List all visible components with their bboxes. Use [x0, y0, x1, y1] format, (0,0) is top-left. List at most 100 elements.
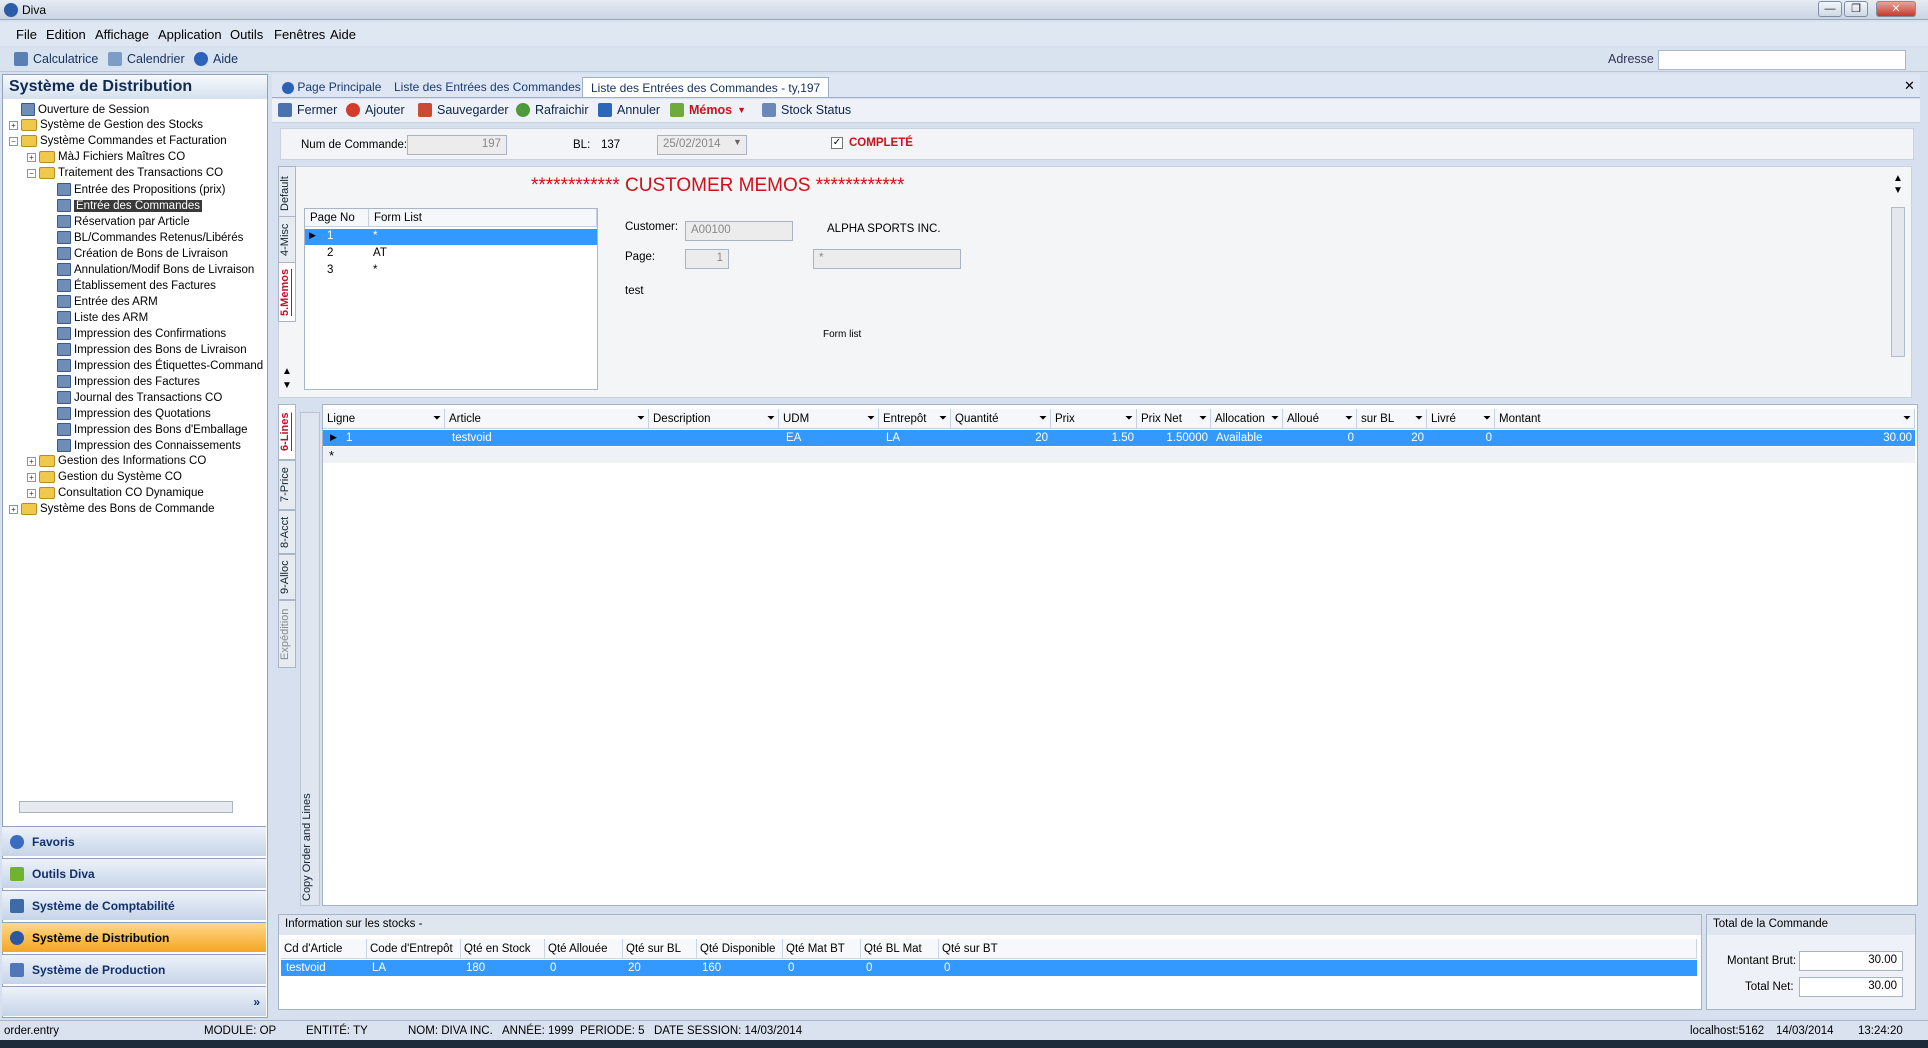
memo-scroll-up-icon[interactable]: ▲ [1893, 173, 1903, 184]
customer-code-field[interactable]: A00100 [685, 221, 793, 241]
col-udm[interactable]: UDM ⏷ [779, 409, 879, 429]
expand-icon[interactable]: + [27, 152, 36, 162]
tree-item[interactable]: Impression des Confirmations [45, 327, 226, 340]
filter-icon[interactable]: ⏷ [939, 413, 947, 424]
maximize-button[interactable]: ❐ [1844, 1, 1868, 17]
new-row[interactable] [323, 447, 1915, 463]
add-button[interactable]: Ajouter [346, 103, 405, 117]
nav-distribution[interactable]: Système de Distribution [2, 922, 266, 952]
col-ligne[interactable]: Ligne ⏷ [323, 409, 445, 429]
minimize-button[interactable]: — [1818, 1, 1842, 17]
col-qte-bl-mat[interactable]: Qté BL Mat [861, 939, 939, 959]
filter-icon[interactable]: ⏷ [1903, 413, 1911, 424]
filter-icon[interactable]: ⏷ [1415, 413, 1423, 424]
order-number-field[interactable]: 197 [407, 135, 507, 155]
col-article[interactable]: Article ⏷ [445, 409, 649, 429]
calendar-button[interactable]: Calendrier [108, 52, 185, 66]
calculator-button[interactable]: Calculatrice [14, 52, 98, 66]
tree-item[interactable]: Impression des Bons de Livraison [45, 343, 247, 356]
address-input[interactable] [1658, 50, 1906, 70]
tab-7-price[interactable]: 7-Price [278, 460, 296, 510]
filter-icon[interactable]: ⏷ [1199, 413, 1207, 424]
col-qte-allouee[interactable]: Qté Allouée [545, 939, 623, 959]
expand-icon[interactable]: + [27, 472, 36, 482]
tree-item[interactable]: Ouverture de Session [9, 103, 149, 116]
tab-4-misc[interactable]: 4-Misc [278, 216, 296, 264]
nav-outils-diva[interactable]: Outils Diva [2, 858, 266, 888]
col-cd-article[interactable]: Cd d'Article [281, 939, 367, 959]
tree-item[interactable]: + Consultation CO Dynamique [27, 487, 204, 499]
filter-icon[interactable]: ⏷ [767, 413, 775, 424]
expand-icon[interactable]: + [9, 504, 18, 514]
tab-9-alloc[interactable]: 9-Alloc [278, 554, 296, 600]
filter-icon[interactable]: ⏷ [1039, 413, 1047, 424]
tab-5-memos[interactable]: 5.Memos [278, 262, 296, 322]
nav-production[interactable]: Système de Production [2, 954, 266, 984]
vtab-scroll-down-icon[interactable]: ▼ [282, 380, 292, 391]
col-prix[interactable]: Prix ⏷ [1051, 409, 1137, 429]
col-montant[interactable]: Montant ⏷ [1495, 409, 1915, 429]
gross-amount-field[interactable]: 30.00 [1799, 951, 1903, 971]
date-dropdown-icon[interactable]: ▼ [733, 137, 745, 153]
menu-file[interactable]: File [16, 27, 37, 42]
menu-edition[interactable]: Edition [46, 27, 86, 42]
tab-liste-commandes[interactable]: Liste des Entrées des Commandes [386, 77, 589, 97]
filter-icon[interactable]: ⏷ [1345, 413, 1353, 424]
tree-item[interactable]: − Traitement des Transactions CO [27, 167, 223, 179]
col-qte-mat-bt[interactable]: Qté Mat BT [783, 939, 861, 959]
close-window-button[interactable]: ✕ [1876, 1, 1916, 17]
stock-status-button[interactable]: Stock Status [762, 103, 851, 117]
tree-item[interactable]: Impression des Connaissements [45, 439, 241, 452]
help-button[interactable]: Aide [194, 52, 238, 66]
menu-outils[interactable]: Outils [230, 27, 263, 42]
collapse-icon[interactable]: − [9, 136, 18, 146]
menu-aide[interactable]: Aide [330, 27, 356, 42]
cancel-button[interactable]: Annuler [598, 103, 660, 117]
tree-item[interactable]: Entrée des Propositions (prix) [45, 183, 225, 196]
memos-button[interactable]: Mémos ▼ [670, 103, 746, 117]
nav-comptabilite[interactable]: Système de Comptabilité [2, 890, 266, 920]
collapse-icon[interactable]: − [27, 168, 36, 178]
vtab-scroll-up-icon[interactable]: ▲ [282, 366, 292, 377]
tree-item[interactable]: Entrée des ARM [45, 295, 158, 308]
tab-page-principale[interactable]: Page Principale [274, 77, 389, 97]
filter-icon[interactable]: ⏷ [1483, 413, 1491, 424]
save-button[interactable]: Sauvegarder [418, 103, 509, 117]
tree-item[interactable]: Établissement des Factures [45, 279, 216, 292]
expand-icon[interactable]: + [9, 120, 18, 130]
col-prix-net[interactable]: Prix Net ⏷ [1137, 409, 1211, 429]
net-total-field[interactable]: 30.00 [1799, 977, 1903, 997]
tree-item[interactable]: Liste des ARM [45, 311, 148, 324]
tree-item[interactable]: + Système de Gestion des Stocks [9, 119, 203, 131]
tree-item[interactable]: Annulation/Modif Bons de Livraison [45, 263, 254, 276]
menu-application[interactable]: Application [158, 27, 222, 42]
refresh-button[interactable]: Rafraichir [516, 103, 589, 117]
col-livre[interactable]: Livré ⏷ [1427, 409, 1495, 429]
form-list-header[interactable]: Form List [369, 209, 597, 227]
table-row[interactable]: 3 * [305, 263, 597, 279]
menu-affichage[interactable]: Affichage [95, 27, 149, 42]
col-allocation[interactable]: Allocation ⏷ [1211, 409, 1283, 429]
table-row[interactable]: ▶ 1 * [305, 229, 597, 245]
page-no-header[interactable]: Page No [305, 209, 369, 227]
tree-item[interactable]: Impression des Bons d'Emballage [45, 423, 248, 436]
tree-item[interactable]: + Gestion des Informations CO [27, 455, 206, 467]
tree-item[interactable]: Réservation par Article [45, 215, 190, 228]
tree-item[interactable]: Entrée des Commandes [45, 199, 203, 212]
col-qte-sur-bl[interactable]: Qté sur BL [623, 939, 697, 959]
copy-order-panel[interactable]: Copy Order and Lines [300, 412, 320, 906]
col-qte-stock[interactable]: Qté en Stock [461, 939, 545, 959]
col-qte-disponible[interactable]: Qté Disponible [697, 939, 783, 959]
tree-item[interactable]: + Gestion du Système CO [27, 471, 182, 483]
tab-commande-197[interactable]: Liste des Entrées des Commandes - ty,197 [582, 77, 830, 97]
tree-item[interactable]: + Système des Bons de Commande [9, 503, 215, 515]
complete-checkbox[interactable]: ✓ [831, 137, 843, 149]
page-field[interactable]: 1 [685, 249, 729, 269]
col-alloue[interactable]: Alloué ⏷ [1283, 409, 1357, 429]
filter-icon[interactable]: ⏷ [637, 413, 645, 424]
tree-item[interactable]: − Système Commandes et Facturation [9, 135, 227, 147]
nav-overflow-button[interactable]: » [2, 986, 266, 1016]
tree-item[interactable]: Impression des Étiquettes-Command [45, 359, 263, 372]
tree-item[interactable]: Journal des Transactions CO [45, 391, 222, 404]
tab-8-acct[interactable]: 8-Acct [278, 510, 296, 554]
